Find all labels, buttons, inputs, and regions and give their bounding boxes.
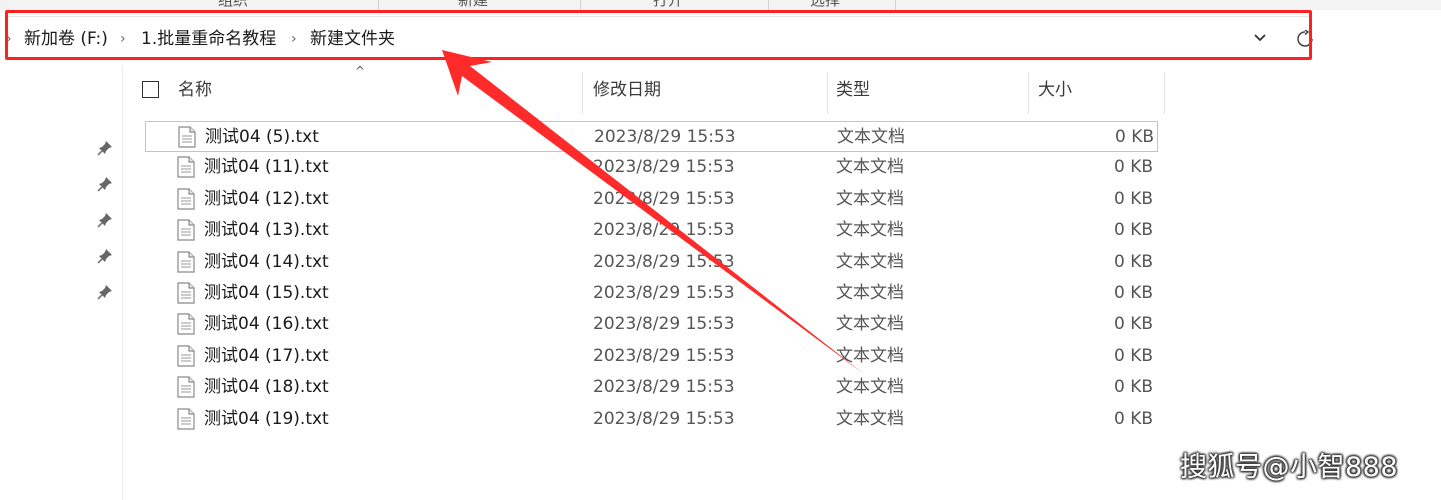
chevron-right-icon[interactable]: › xyxy=(120,30,126,48)
file-type: 文本文档 xyxy=(836,157,904,177)
file-size: 0 KB xyxy=(1113,409,1153,429)
file-type: 文本文档 xyxy=(836,409,904,429)
column-type-header[interactable]: 类型 xyxy=(836,66,1026,114)
column-divider[interactable] xyxy=(1164,72,1165,114)
column-name-header[interactable]: 名称 xyxy=(178,66,578,114)
file-row[interactable]: 测试04 (13).txt 2023/8/29 15:53 文本文档 0 KB xyxy=(145,215,1158,246)
file-size: 0 KB xyxy=(1113,314,1153,334)
file-modified-date: 2023/8/29 15:53 xyxy=(593,346,735,366)
file-size: 0 KB xyxy=(1113,377,1153,397)
address-field[interactable]: › 新加卷 (F:) › 1.批量重命名教程 › 新建文件夹 xyxy=(6,16,1312,61)
column-header: ^ 名称 修改日期 类型 大小 xyxy=(131,64,1165,114)
file-explorer-window: 组织 新建 打开 选择 › 新加卷 (F:) › 1.批量重命名教程 › 新建文… xyxy=(0,0,1441,500)
ribbon-select-button[interactable]: 选择 xyxy=(810,0,840,9)
file-modified-date: 2023/8/29 15:53 xyxy=(593,409,735,429)
file-modified-date: 2023/8/29 15:53 xyxy=(594,127,736,147)
text-file-icon xyxy=(177,219,195,241)
file-row[interactable]: 测试04 (17).txt 2023/8/29 15:53 文本文档 0 KB xyxy=(145,341,1158,372)
file-row[interactable]: 测试04 (19).txt 2023/8/29 15:53 文本文档 0 KB xyxy=(145,404,1158,435)
ribbon-toolbar: 组织 新建 打开 选择 xyxy=(0,0,1441,10)
column-divider[interactable] xyxy=(827,72,828,114)
file-size: 0 KB xyxy=(1113,157,1153,177)
text-file-icon xyxy=(178,126,196,148)
text-file-icon xyxy=(177,408,195,430)
file-type: 文本文档 xyxy=(837,127,905,147)
select-all-checkbox[interactable] xyxy=(142,81,159,98)
file-size: 0 KB xyxy=(1113,252,1153,272)
column-divider[interactable] xyxy=(582,72,583,114)
file-type: 文本文档 xyxy=(836,283,904,303)
file-size: 0 KB xyxy=(1113,189,1153,209)
pin-icon[interactable] xyxy=(97,212,113,228)
file-modified-date: 2023/8/29 15:53 xyxy=(593,283,735,303)
file-row[interactable]: 测试04 (11).txt 2023/8/29 15:53 文本文档 0 KB xyxy=(145,152,1158,183)
file-type: 文本文档 xyxy=(836,252,904,272)
breadcrumb-drive[interactable]: 新加卷 (F:) xyxy=(24,26,108,52)
file-type: 文本文档 xyxy=(836,314,904,334)
file-row[interactable]: 测试04 (15).txt 2023/8/29 15:53 文本文档 0 KB xyxy=(145,278,1158,309)
ribbon-new-button[interactable]: 新建 xyxy=(458,0,488,9)
breadcrumb-tutorial-folder[interactable]: 1.批量重命名教程 xyxy=(141,26,276,52)
file-modified-date: 2023/8/29 15:53 xyxy=(593,157,735,177)
file-modified-date: 2023/8/29 15:53 xyxy=(593,377,735,397)
file-modified-date: 2023/8/29 15:53 xyxy=(593,314,735,334)
file-row[interactable]: 测试04 (16).txt 2023/8/29 15:53 文本文档 0 KB xyxy=(145,309,1158,340)
column-divider[interactable] xyxy=(1028,72,1029,114)
address-bar: › 新加卷 (F:) › 1.批量重命名教程 › 新建文件夹 xyxy=(0,10,1441,66)
file-name: 测试04 (15).txt xyxy=(204,283,329,303)
ribbon-divider xyxy=(768,0,769,10)
file-type: 文本文档 xyxy=(836,377,904,397)
file-modified-date: 2023/8/29 15:53 xyxy=(593,189,735,209)
file-size: 0 KB xyxy=(1113,283,1153,303)
file-name: 测试04 (19).txt xyxy=(204,409,329,429)
file-name: 测试04 (13).txt xyxy=(204,220,329,240)
ribbon-divider xyxy=(895,0,896,10)
pin-icon[interactable] xyxy=(97,176,113,192)
ribbon-divider xyxy=(378,0,379,10)
column-date-header[interactable]: 修改日期 xyxy=(593,66,823,114)
file-row[interactable]: 测试04 (18).txt 2023/8/29 15:53 文本文档 0 KB xyxy=(145,372,1158,403)
file-size: 0 KB xyxy=(1113,220,1153,240)
text-file-icon xyxy=(177,282,195,304)
column-size-header[interactable]: 大小 xyxy=(1038,66,1158,114)
ribbon-organize-button[interactable]: 组织 xyxy=(218,0,248,9)
pin-icon[interactable] xyxy=(97,284,113,300)
file-row[interactable]: 测试04 (5).txt 2023/8/29 15:53 文本文档 0 KB xyxy=(145,121,1158,152)
pin-icon[interactable] xyxy=(97,248,113,264)
file-size: 0 KB xyxy=(1114,127,1154,147)
refresh-icon[interactable] xyxy=(1296,30,1314,48)
file-name: 测试04 (18).txt xyxy=(204,377,329,397)
chevron-right-icon[interactable]: › xyxy=(291,30,297,48)
file-type: 文本文档 xyxy=(836,189,904,209)
pin-icon[interactable] xyxy=(97,140,113,156)
text-file-icon xyxy=(177,251,195,273)
file-modified-date: 2023/8/29 15:53 xyxy=(593,220,735,240)
text-file-icon xyxy=(177,376,195,398)
file-size: 0 KB xyxy=(1113,346,1153,366)
file-modified-date: 2023/8/29 15:53 xyxy=(593,252,735,272)
file-name: 测试04 (17).txt xyxy=(204,346,329,366)
ribbon-open-button[interactable]: 打开 xyxy=(653,0,683,9)
ribbon-divider xyxy=(580,0,581,10)
file-row[interactable]: 测试04 (12).txt 2023/8/29 15:53 文本文档 0 KB xyxy=(145,184,1158,215)
text-file-icon xyxy=(177,188,195,210)
file-name: 测试04 (5).txt xyxy=(205,127,319,147)
breadcrumb-new-folder[interactable]: 新建文件夹 xyxy=(310,26,395,52)
navigation-pane xyxy=(0,66,123,500)
chevron-down-icon[interactable] xyxy=(1250,27,1270,47)
chevron-right-icon[interactable]: › xyxy=(6,30,12,48)
text-file-icon xyxy=(177,156,195,178)
file-type: 文本文档 xyxy=(836,346,904,366)
text-file-icon xyxy=(177,313,195,335)
file-row[interactable]: 测试04 (14).txt 2023/8/29 15:53 文本文档 0 KB xyxy=(145,247,1158,278)
text-file-icon xyxy=(177,345,195,367)
watermark: 搜狐号@小智888 xyxy=(1180,452,1399,483)
file-name: 测试04 (16).txt xyxy=(204,314,329,334)
file-name: 测试04 (11).txt xyxy=(204,157,329,177)
file-type: 文本文档 xyxy=(836,220,904,240)
file-name: 测试04 (12).txt xyxy=(204,189,329,209)
file-name: 测试04 (14).txt xyxy=(204,252,329,272)
